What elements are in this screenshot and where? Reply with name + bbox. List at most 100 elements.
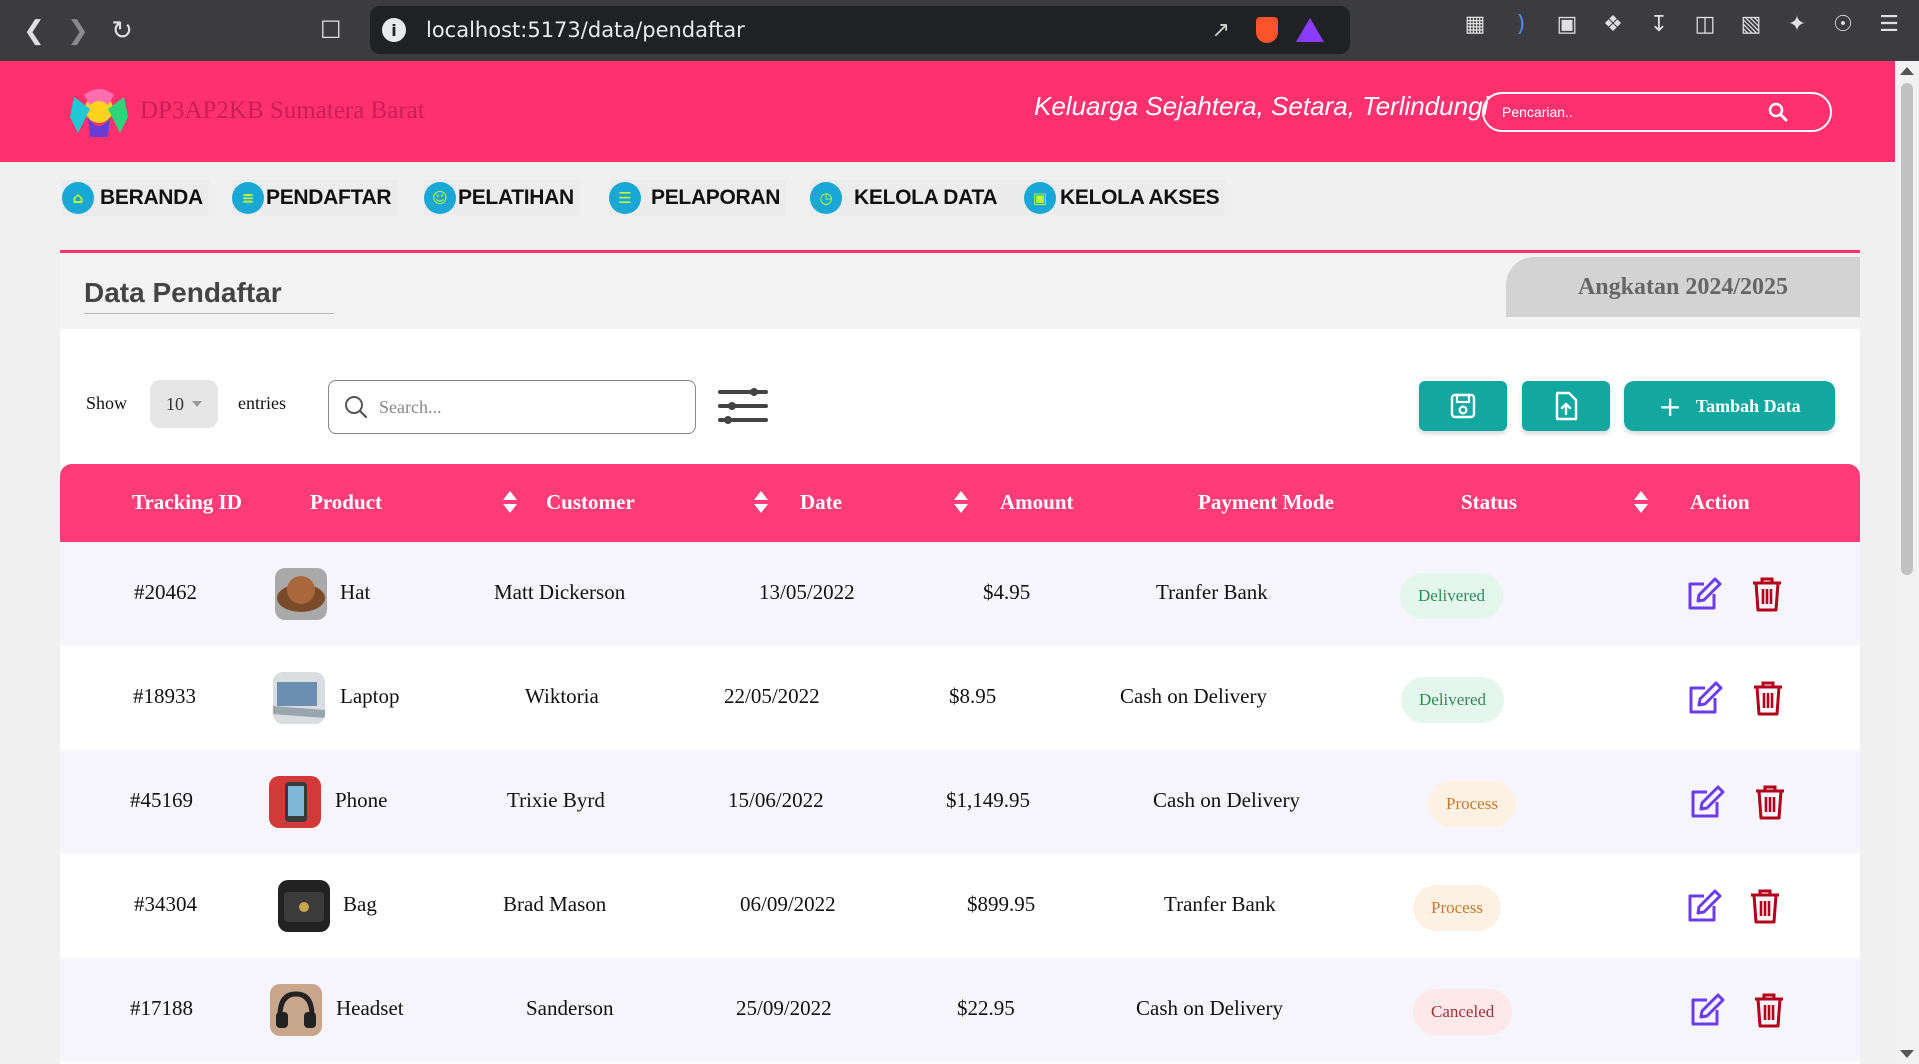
nav-item-pendaftar[interactable]: ≡ PENDAFTAR [232,180,398,216]
column-header[interactable]: Tracking ID [132,490,242,515]
payment-mode: Cash on Delivery [1120,684,1267,708]
edit-icon[interactable] [1684,886,1724,926]
table-row: #18933 Laptop Wiktoria 22/05/2022 $8.95 … [60,646,1860,750]
status-badge: Process [1413,885,1501,931]
user-training-icon: ☺ [424,182,456,214]
home-icon: ⌂ [62,182,94,214]
add-data-button[interactable]: + Tambah Data [1624,381,1835,431]
extension-bar: ▦ ) ▣ ❖ ↧ ◫ ▧ ✦ ☉ ☰ [1463,12,1901,37]
access-icon: ▣ [1024,182,1056,214]
plus-icon: + [1658,389,1682,423]
product-image-phone [269,776,321,828]
wallet-icon[interactable]: ▧ [1739,12,1763,37]
address-bar[interactable]: i localhost:5173/data/pendaftar ↗ [370,6,1350,54]
save-button[interactable] [1419,381,1507,431]
entries-label: entries [238,393,286,413]
edit-icon[interactable] [1687,990,1727,1030]
entries-select[interactable]: 10 [150,380,218,428]
nav-item-beranda[interactable]: ⌂ BERANDA [62,180,209,216]
logo-icon[interactable] [68,87,130,139]
edit-icon[interactable] [1684,574,1724,614]
order-date: 13/05/2022 [759,580,855,604]
cube-extension-icon[interactable]: ▣ [1555,12,1579,37]
delete-icon[interactable] [1749,990,1789,1030]
column-header[interactable]: Status [1461,490,1517,515]
scroll-down-arrow-icon[interactable] [1900,1050,1914,1058]
column-header: Action [1690,490,1750,514]
order-date: 25/09/2022 [736,996,832,1020]
payment-mode: Cash on Delivery [1153,788,1300,812]
nav-item-pelaporan[interactable]: ☰ PELAPORAN [609,180,787,216]
search-icon[interactable] [1768,102,1788,122]
site-info-icon[interactable]: i [382,18,406,42]
product-image-bag [278,880,330,932]
column-header[interactable]: Amount [1000,490,1074,515]
bookmark-icon[interactable]: ☐ [320,16,342,44]
filter-sliders-icon[interactable] [718,383,768,429]
leo-ai-icon[interactable]: ✦ [1785,12,1809,37]
upload-button[interactable] [1522,381,1610,431]
table-search-box[interactable] [328,380,696,434]
delete-icon[interactable] [1747,574,1787,614]
delete-icon[interactable] [1748,678,1788,718]
vpn-shield-icon[interactable]: ☉ [1831,12,1855,37]
sort-icon[interactable] [503,491,517,513]
table-search-input[interactable] [379,396,679,418]
header-search-box[interactable] [1482,92,1832,132]
edit-icon[interactable] [1685,678,1725,718]
header-search-input[interactable] [1502,104,1762,120]
page-title-band: Data Pendaftar Angkatan 2024/2025 [60,253,1860,329]
site-header: DP3AP2KB Sumatera Barat Keluarga Sejahte… [0,61,1895,162]
product-image-laptop [273,672,325,724]
scrollbar-thumb[interactable] [1901,83,1913,575]
order-date: 22/05/2022 [724,684,820,708]
puzzle-icon[interactable]: ❖ [1601,12,1625,37]
column-header[interactable]: Date [800,490,842,515]
edit-icon[interactable] [1687,782,1727,822]
delete-icon[interactable] [1750,782,1790,822]
back-icon[interactable]: ❮ [12,9,56,53]
amount: $4.95 [983,580,1031,604]
sort-icon[interactable] [1634,491,1648,513]
share-icon[interactable]: ↗ [1212,18,1230,43]
column-header[interactable]: Customer [546,490,635,515]
browser-toolbar: ❮ ❯ ↻ ☐ i localhost:5173/data/pendaftar … [0,0,1919,61]
download-icon[interactable]: ↧ [1647,12,1671,37]
status-badge: Delivered [1401,677,1505,723]
url-text[interactable]: localhost:5173/data/pendaftar [426,18,745,42]
nav-item-kelola-data[interactable]: ◷ KELOLA DATA [810,180,1034,216]
order-date: 06/09/2022 [740,892,836,916]
customer-name: Brad Mason [503,892,607,916]
reload-icon[interactable]: ↻ [100,9,144,53]
product-name: Phone [335,788,388,812]
order-date: 15/06/2022 [728,788,824,812]
brave-rewards-icon[interactable] [1296,18,1324,42]
list-icon: ≡ [232,182,264,214]
customer-name: Matt Dickerson [494,580,626,604]
customer-name: Trixie Byrd [507,788,605,812]
tracking-id: #18933 [133,684,196,708]
translate-icon[interactable]: ▦ [1463,12,1487,37]
nav-item-pelatihan[interactable]: ☺ PELATIHAN [424,180,580,216]
sidebar-icon[interactable]: ◫ [1693,12,1717,37]
sort-icon[interactable] [954,491,968,513]
scroll-up-arrow-icon[interactable] [1900,67,1914,75]
speech-icon[interactable]: ) [1509,12,1533,37]
site-name[interactable]: DP3AP2KB Sumatera Barat [140,97,425,125]
amount: $8.95 [949,684,997,708]
column-header[interactable]: Payment Mode [1198,490,1334,515]
forward-icon[interactable]: ❯ [56,9,100,53]
brave-shield-icon[interactable] [1256,17,1278,43]
save-icon [1450,393,1476,419]
tagline: Keluarga Sejahtera, Setara, Terlindungi [1034,91,1489,121]
menu-icon[interactable]: ☰ [1877,12,1901,37]
delete-icon[interactable] [1745,886,1785,926]
entries-value: 10 [166,393,184,414]
nav-item-label: PELATIHAN [458,186,574,209]
sort-icon[interactable] [754,491,768,513]
column-header[interactable]: Product [310,490,382,515]
table-row: #20462 Hat Matt Dickerson 13/05/2022 $4.… [60,542,1860,646]
main-nav: ⌂ BERANDA ≡ PENDAFTAR ☺ PELATIHAN ☰ PELA… [0,162,1895,248]
nav-item-kelola-akses[interactable]: ▣ KELOLA AKSES [1024,180,1226,216]
page-scrollbar[interactable] [1895,61,1919,1064]
